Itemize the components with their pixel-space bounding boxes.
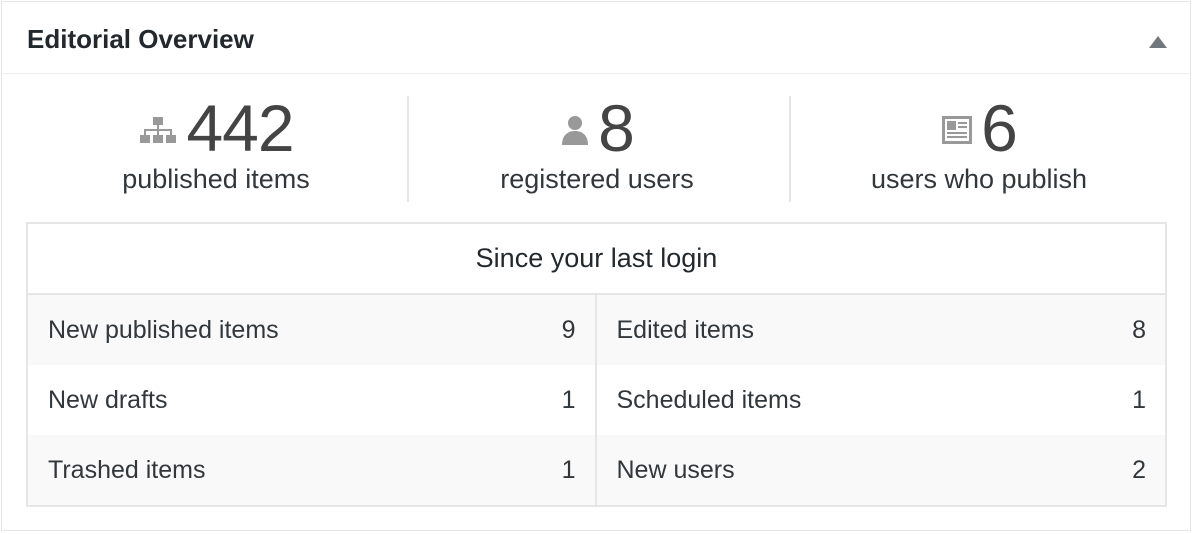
since-row-new-drafts[interactable]: New drafts 1 [28, 365, 595, 435]
user-icon [560, 114, 590, 146]
since-last-login-panel: Since your last login New published item… [26, 222, 1167, 507]
id-card-icon [941, 114, 973, 146]
since-row-scheduled-items[interactable]: Scheduled items 1 [597, 365, 1166, 435]
sitemap-icon [138, 115, 178, 145]
stat-label: users who publish [870, 164, 1088, 194]
stat-value: 6 [981, 91, 1018, 165]
row-value: 1 [561, 385, 576, 414]
stats-summary: 442 published items 8 registered users 6… [2, 74, 1190, 222]
collapse-toggle-button[interactable] [1144, 28, 1172, 56]
row-label: Edited items [616, 315, 755, 344]
row-value: 8 [1132, 315, 1146, 344]
stat-published-items[interactable]: 442 published items [26, 91, 406, 206]
since-row-new-published-items[interactable]: New published items 9 [28, 295, 595, 365]
row-value: 1 [1132, 385, 1146, 414]
since-row-trashed-items[interactable]: Trashed items 1 [28, 435, 595, 505]
row-value: 1 [561, 455, 576, 484]
since-row-edited-items[interactable]: Edited items 8 [596, 295, 1165, 365]
row-label: New drafts [48, 385, 168, 414]
widget-header: Editorial Overview [2, 2, 1190, 74]
stat-label: published items [122, 164, 310, 194]
row-label: New published items [48, 315, 279, 344]
triangle-up-icon [1149, 36, 1167, 48]
since-row-new-users[interactable]: New users 2 [596, 435, 1165, 505]
stat-value: 8 [598, 91, 635, 165]
since-right-column: Edited items 8 Scheduled items 1 New use… [596, 295, 1166, 505]
stat-label: registered users [500, 164, 694, 194]
row-label: Scheduled items [616, 385, 802, 414]
since-last-login-title: Since your last login [28, 224, 1165, 295]
editorial-overview-widget: Editorial Overview 442 published items 8… [1, 1, 1191, 531]
since-left-column: New published items 9 New drafts 1 Trash… [28, 295, 597, 505]
stat-registered-users[interactable]: 8 registered users [407, 91, 787, 206]
row-label: New users [616, 455, 735, 484]
widget-title: Editorial Overview [27, 24, 254, 54]
row-value: 2 [1132, 455, 1146, 484]
row-label: Trashed items [48, 455, 206, 484]
stat-value: 442 [186, 91, 294, 165]
stat-users-who-publish[interactable]: 6 users who publish [789, 91, 1169, 206]
row-value: 9 [561, 315, 576, 344]
